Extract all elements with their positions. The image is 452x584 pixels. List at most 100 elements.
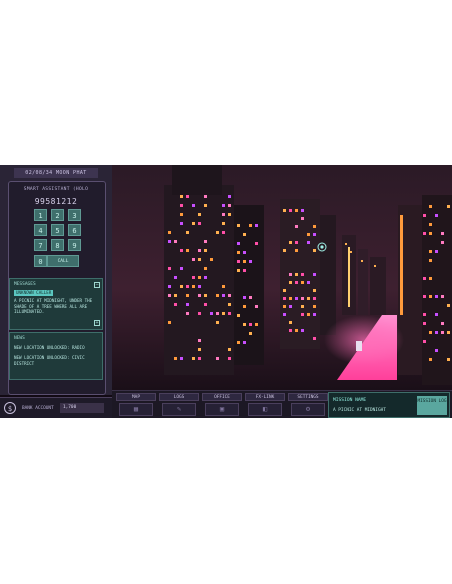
tab-fx-link[interactable]: FX-LINK ◧ [245,393,285,417]
building-window [204,294,207,297]
assistant-title: SMART ASSISTANT (HOLO [23,187,89,192]
building-window [210,258,213,261]
building-window [198,285,201,288]
building-window [198,312,201,315]
key-4[interactable]: 4 [34,224,47,236]
settings-icon: ⚙ [291,403,325,416]
building-window [237,242,240,245]
city-scene[interactable] [112,165,452,390]
building-window [237,251,240,254]
building-window [441,322,444,325]
building-window [441,331,444,334]
messages-title: MESSAGES [14,282,36,287]
key-3[interactable]: 3 [68,209,81,221]
key-6[interactable]: 6 [68,224,81,236]
key-1[interactable]: 1 [34,209,47,221]
building-window [441,232,444,235]
building-window [447,331,450,334]
key-2[interactable]: 2 [51,209,64,221]
building-window [186,231,189,234]
building-window [289,297,292,300]
bank-bar: $ BANK ACCOUNT 1,700 [0,397,112,418]
building-window [216,321,219,324]
building-window [301,209,304,212]
news-item: NEW LOCATION UNLOCKED: CIVIC DISTRICT [14,355,85,366]
building-window [198,213,201,216]
collapse-icon[interactable]: − [94,282,100,288]
building-window [192,222,195,225]
building-window [289,241,292,244]
building-window [198,249,201,252]
building-window [237,269,240,272]
building-window [423,295,426,298]
key-8[interactable]: 8 [51,239,64,251]
city-scene-art [112,165,452,390]
building-window [429,223,432,226]
building-window [447,205,450,208]
building-window [295,281,298,284]
building-window [429,277,432,280]
building-window [313,337,316,340]
mission-log-button[interactable]: MISSION LOG [417,396,447,415]
building-window [228,348,231,351]
call-button[interactable]: CALL [47,255,79,267]
mission-panel: MISSION NAME A PICNIC AT MIDNIGHT MISSIO… [328,392,450,418]
building-window [204,267,207,270]
building-window [222,213,225,216]
building-window [192,276,195,279]
tab-logs-label: LOGS [159,393,199,401]
building-window [168,285,171,288]
key-9[interactable]: 9 [68,239,81,251]
key-0[interactable]: 0 [34,255,47,267]
building-window [186,195,189,198]
building-window [186,249,189,252]
building-window [301,313,304,316]
building-window [174,276,177,279]
tab-logs[interactable]: LOGS ✎ [159,393,199,417]
key-7[interactable]: 7 [34,239,47,251]
building-window [423,340,426,343]
building-window [435,331,438,334]
building-window [435,214,438,217]
building-window [435,250,438,253]
tab-map[interactable]: MAP ▦ [116,393,156,417]
building-window [228,294,231,297]
building-window [204,195,207,198]
building-window [283,289,286,292]
building-window [174,303,177,306]
building-window [255,224,258,227]
building-window [313,225,316,228]
building-window [198,222,201,225]
building-window [429,232,432,235]
tab-settings[interactable]: SETTINGS ⚙ [288,393,328,417]
building-window [307,233,310,236]
building-window [180,357,183,360]
building-window [180,204,183,207]
building-window [429,331,432,334]
building-window [180,285,183,288]
building-window [301,297,304,300]
building-window [295,225,298,228]
building-window [228,213,231,216]
expand-icon[interactable]: + [94,320,100,326]
building-window [168,321,171,324]
building-window [228,195,231,198]
building-window [222,285,225,288]
building-window [423,322,426,325]
building-window [186,303,189,306]
message-sender[interactable]: UNKNOWN CALLER [14,290,54,296]
tab-office[interactable]: OFFICE ▣ [202,393,242,417]
key-5[interactable]: 5 [51,224,64,236]
building-window [283,305,286,308]
building-window [295,249,298,252]
building-window [289,209,292,212]
building-window [237,314,240,317]
building-window [289,305,292,308]
building-window [313,233,316,236]
dial-display: 99581212 [34,197,78,206]
building-window [313,297,316,300]
building-window [243,341,246,344]
building-window [429,259,432,262]
building-window [168,231,171,234]
building-window [423,313,426,316]
